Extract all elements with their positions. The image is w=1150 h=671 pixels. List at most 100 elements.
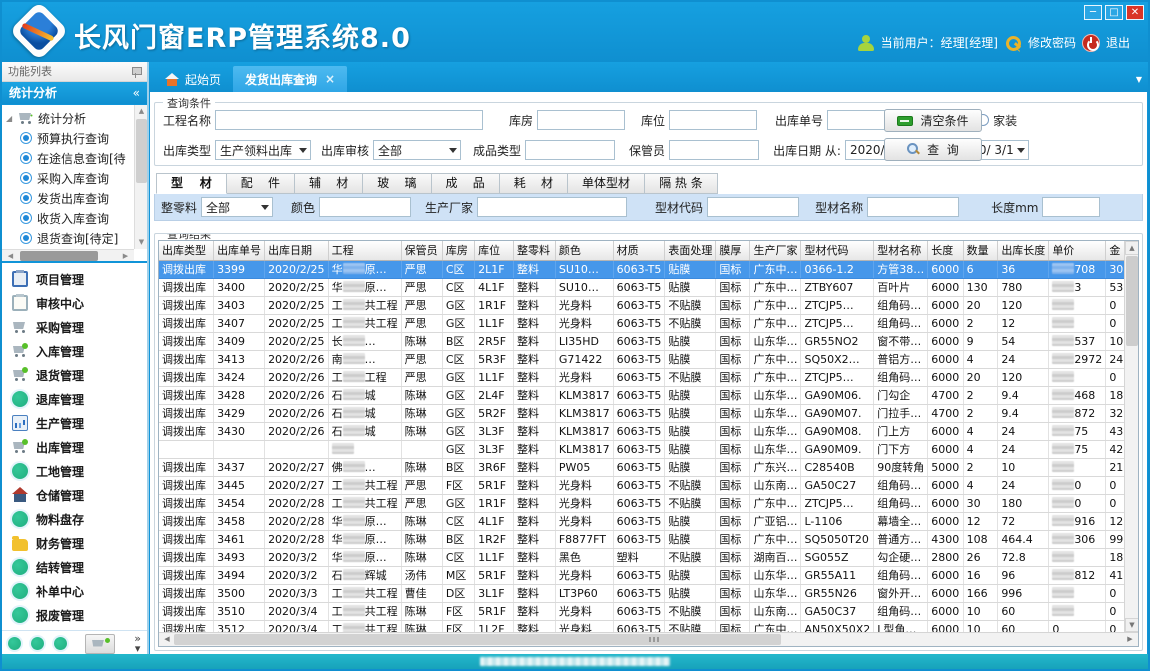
keeper-input[interactable] bbox=[669, 140, 759, 160]
column-header[interactable]: 库房 bbox=[442, 241, 474, 260]
scroll-up-icon[interactable]: ▲ bbox=[135, 105, 147, 118]
sidebar-item-dot[interactable]: 退库管理 bbox=[2, 387, 147, 411]
project-name-input[interactable] bbox=[215, 110, 483, 130]
table-row[interactable]: 调拨出库34612020/2/28华原…陈琳B区1R2F整料F8877FT606… bbox=[159, 530, 1138, 548]
material-tab[interactable]: 耗 材 bbox=[500, 173, 568, 194]
table-row[interactable]: G区3L3F整料KLM38176063-T5贴膜国标山东华…GA90M09.门下… bbox=[159, 440, 1138, 458]
tab-home[interactable]: 起始页 bbox=[153, 66, 233, 92]
scroll-right-icon[interactable]: ▶ bbox=[119, 250, 132, 262]
whole-part-select[interactable]: 全部 bbox=[201, 197, 273, 217]
radio-home-install[interactable]: 家装 bbox=[977, 112, 1017, 129]
sidebar-item-cart-green[interactable]: 出库管理 bbox=[2, 435, 147, 459]
profile-name-input[interactable] bbox=[867, 197, 959, 217]
maximize-button[interactable]: □ bbox=[1105, 5, 1123, 20]
column-header[interactable]: 型材代码 bbox=[801, 241, 874, 260]
sidebar-item-cart-green[interactable]: 退货管理 bbox=[2, 363, 147, 387]
scrollbar-thumb[interactable] bbox=[1126, 256, 1138, 346]
column-header[interactable]: 长度 bbox=[928, 241, 963, 260]
material-tab[interactable]: 成 品 bbox=[432, 173, 500, 194]
tree-expander-icon[interactable]: ◢ bbox=[6, 114, 16, 123]
column-header[interactable]: 颜色 bbox=[555, 241, 613, 260]
module-dot-icon[interactable] bbox=[54, 637, 67, 650]
column-header[interactable]: 整零料 bbox=[514, 241, 556, 260]
table-row[interactable]: 调拨出库34372020/2/27佛…陈琳B区3R6F整料PW056063-T5… bbox=[159, 458, 1138, 476]
scroll-down-icon[interactable]: ▼ bbox=[1125, 618, 1138, 632]
material-tab[interactable]: 单体型材 bbox=[568, 173, 645, 194]
product-type-input[interactable] bbox=[525, 140, 615, 160]
material-tab[interactable]: 玻 璃 bbox=[363, 173, 431, 194]
column-header[interactable]: 材质 bbox=[613, 241, 665, 260]
sidebar-item-cart[interactable]: 采购管理 bbox=[2, 315, 147, 339]
table-row[interactable]: 调拨出库35002020/3/3工共工程曹佳D区3L1F整料LT3P606063… bbox=[159, 584, 1138, 602]
sidebar-group-header[interactable]: 统计分析 « bbox=[2, 82, 147, 104]
column-header[interactable]: 型材名称 bbox=[874, 241, 928, 260]
search-button[interactable]: 查 询 bbox=[884, 138, 982, 161]
sidebar-item-cart-green[interactable]: 入库管理 bbox=[2, 339, 147, 363]
table-row[interactable]: 调拨出库34292020/2/26石城陈琳G区5R2F整料KLM38176063… bbox=[159, 404, 1138, 422]
table-vertical-scrollbar[interactable]: ▲ ▼ bbox=[1124, 241, 1138, 632]
tree-item[interactable]: 发货出库查询 bbox=[6, 188, 147, 208]
clear-conditions-button[interactable]: 清空条件 bbox=[884, 109, 982, 132]
column-header[interactable]: 出库日期 bbox=[265, 241, 329, 260]
tab-list-dropdown-icon[interactable]: ▼ bbox=[1136, 75, 1142, 84]
tab-shipping-query[interactable]: 发货出库查询× bbox=[233, 66, 347, 92]
scrollbar-thumb[interactable] bbox=[20, 251, 98, 261]
scrollbar-thumb[interactable] bbox=[174, 634, 781, 645]
tree-item[interactable]: 预算执行查询 bbox=[6, 128, 147, 148]
table-row[interactable]: 调拨出库34302020/2/26石城陈琳G区3L3F整料KLM38176063… bbox=[159, 422, 1138, 440]
column-header[interactable]: 膜厚 bbox=[716, 241, 750, 260]
minimize-button[interactable]: ─ bbox=[1084, 5, 1102, 20]
column-header[interactable]: 表面处理 bbox=[665, 241, 716, 260]
table-row[interactable]: 调拨出库34932020/3/2华原…陈琳C区1L1F整料黑色塑料不贴膜国标湖南… bbox=[159, 548, 1138, 566]
location-input[interactable] bbox=[669, 110, 757, 130]
manufacturer-input[interactable] bbox=[477, 197, 627, 217]
column-header[interactable]: 生产厂家 bbox=[750, 241, 801, 260]
color-input[interactable] bbox=[319, 197, 411, 217]
sidebar-item-clipboard[interactable]: 项目管理 bbox=[2, 267, 147, 291]
material-tab[interactable]: 辅 材 bbox=[295, 173, 363, 194]
tree-item[interactable]: 收货入库查询 bbox=[6, 208, 147, 228]
column-header[interactable]: 出库类型 bbox=[159, 241, 214, 260]
sidebar-item-home[interactable]: 仓储管理 bbox=[2, 483, 147, 507]
material-tab[interactable]: 型 材 bbox=[156, 173, 227, 194]
table-row[interactable]: 调拨出库34452020/2/27工共工程严思F区5R1F整料光身料6063-T… bbox=[159, 476, 1138, 494]
column-header[interactable]: 数量 bbox=[963, 241, 998, 260]
sidebar-item-folder[interactable]: 财务管理 bbox=[2, 531, 147, 555]
table-row[interactable]: 调拨出库35122020/3/4工共工程陈琳F区1L2F整料光身料6063-T5… bbox=[159, 620, 1138, 632]
pin-icon[interactable] bbox=[131, 66, 141, 78]
tree-root-statistics[interactable]: ◢ 统计分析 bbox=[6, 108, 147, 128]
module-cart-button[interactable] bbox=[85, 634, 115, 654]
table-row[interactable]: 调拨出库34542020/2/28工共工程严思G区1R1F整料光身料6063-T… bbox=[159, 494, 1138, 512]
sidebar-item-clipboard2[interactable]: 审核中心 bbox=[2, 291, 147, 315]
logout-link[interactable]: 退出 bbox=[1106, 34, 1130, 51]
scroll-right-icon[interactable]: ▶ bbox=[1123, 633, 1137, 646]
table-row[interactable]: 调拨出库33992020/2/25华原…严思C区2L1F整料SU10…6063-… bbox=[159, 260, 1138, 278]
table-row[interactable]: 调拨出库34002020/2/25华原…严思C区4L1F整料SU10…6063-… bbox=[159, 278, 1138, 296]
table-row[interactable]: 调拨出库34092020/2/25长…陈琳B区2R5F整料LI35HD6063-… bbox=[159, 332, 1138, 350]
column-header[interactable]: 出库长度 bbox=[998, 241, 1049, 260]
scrollbar-thumb[interactable] bbox=[136, 119, 147, 183]
table-row[interactable]: 调拨出库34032020/2/25工共工程严思G区1R1F整料光身料6063-T… bbox=[159, 296, 1138, 314]
table-row[interactable]: 调拨出库34242020/2/26工工程严思G区1L1F整料光身料6063-T5… bbox=[159, 368, 1138, 386]
table-row[interactable]: 调拨出库34282020/2/26石城陈琳G区2L4F整料KLM38176063… bbox=[159, 386, 1138, 404]
tree-item[interactable]: 在途信息查询[待 bbox=[6, 148, 147, 168]
table-row[interactable]: 调拨出库34072020/2/25工共工程严思G区1L1F整料光身料6063-T… bbox=[159, 314, 1138, 332]
tree-item[interactable]: 退货查询[待定] bbox=[6, 228, 147, 248]
table-row[interactable]: 调拨出库34132020/2/26南…严思C区5R3F整料G714226063-… bbox=[159, 350, 1138, 368]
material-tab[interactable]: 配 件 bbox=[227, 173, 295, 194]
close-tab-icon[interactable]: × bbox=[325, 72, 335, 86]
length-input[interactable] bbox=[1042, 197, 1100, 217]
table-row[interactable]: 调拨出库34942020/3/2石辉城汤伟M区5R1F整料光身料6063-T5贴… bbox=[159, 566, 1138, 584]
tree-item[interactable]: 采购入库查询 bbox=[6, 168, 147, 188]
table-row[interactable]: 调拨出库35102020/3/4工共工程陈琳F区5R1F整料光身料6063-T5… bbox=[159, 602, 1138, 620]
change-password-link[interactable]: 修改密码 bbox=[1028, 34, 1076, 51]
scroll-up-icon[interactable]: ▲ bbox=[1125, 241, 1138, 255]
module-dot-icon[interactable] bbox=[8, 637, 21, 650]
table-horizontal-scrollbar[interactable]: ◀ ▶ bbox=[159, 632, 1138, 646]
scroll-left-icon[interactable]: ◀ bbox=[160, 633, 174, 646]
sidebar-item-dot[interactable]: 结转管理 bbox=[2, 555, 147, 579]
column-header[interactable]: 单价 bbox=[1049, 241, 1106, 260]
sidebar-item-dot[interactable]: 报废管理 bbox=[2, 603, 147, 627]
outbound-type-select[interactable]: 生产领料出库 bbox=[215, 140, 311, 160]
column-header[interactable]: 工程 bbox=[328, 241, 401, 260]
